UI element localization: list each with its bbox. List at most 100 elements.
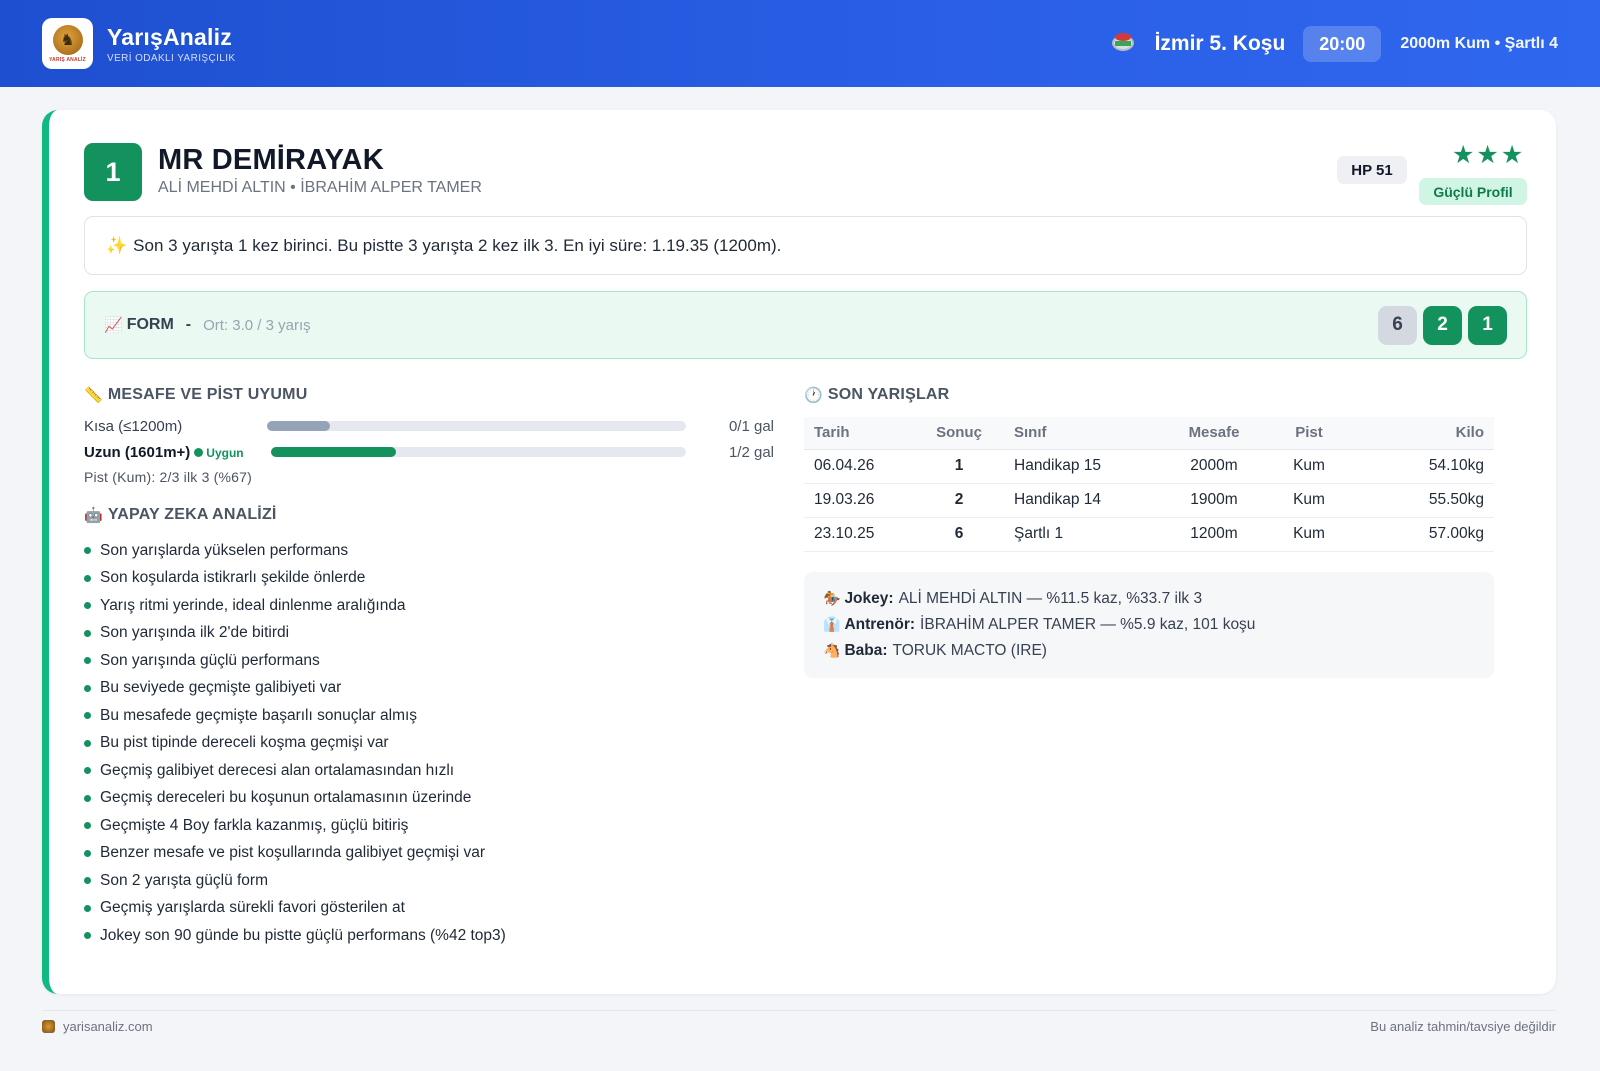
connections-box: 🏇 Jokey: ALİ MEHDİ ALTIN — %11.5 kaz, %3… (804, 572, 1494, 678)
race-class: Şartlı 1 (1004, 517, 1164, 552)
col-weight[interactable]: Kilo (1354, 417, 1494, 450)
races-section-title: 🕐 SON YARIŞLAR (804, 386, 950, 404)
horse-head-icon: 🐴 (823, 643, 841, 659)
ai-analysis-item: Jokey son 90 günde bu pistte güçlü perfo… (84, 922, 506, 950)
brand: YarışAnaliz VERİ ODAKLI YARIŞÇILIK (107, 24, 235, 64)
col-track[interactable]: Pist (1264, 417, 1354, 450)
ai-analysis-item: Son koşularda istikrarlı şekilde önlerde (84, 565, 506, 593)
ai-analysis-item: Son yarışlarda yükselen performans (84, 537, 506, 565)
trainer-info: 👔 Antrenör: İBRAHİM ALPER TAMER — %5.9 k… (823, 616, 1256, 633)
logo-text: YARIŞ ANALİZ (49, 56, 86, 63)
ai-analysis-item: Son 2 yarışta güçlü form (84, 867, 506, 895)
trainer-icon: 👔 (823, 617, 841, 633)
col-result[interactable]: Sonuç (914, 417, 1004, 450)
ai-analysis-item: Bu mesafede geçmişte başarılı sonuçlar a… (84, 702, 506, 730)
distance-bar (271, 447, 686, 457)
bullet-icon (84, 602, 91, 610)
form-box: 📈 FORM - Ort: 3.0 / 3 yarış 6 2 1 (84, 291, 1527, 359)
race-result: 2 (914, 483, 1004, 518)
distance-bar-fill (267, 421, 330, 431)
form-results: 6 2 1 (1378, 305, 1507, 345)
race-header: İzmir 5. Koşu 20:00 2000m Kum • Şartlı 4 (1111, 25, 1558, 62)
form-label: 📈 FORM (104, 316, 174, 334)
races-body: 06.04.26 1 Handikap 15 2000m Kum 54.10kg 19.03… (804, 449, 1494, 552)
ai-analysis-item: Bu seviyede geçmişte galibiyeti var (84, 675, 506, 703)
race-weight: 54.10kg (1354, 449, 1494, 484)
footer-disclaimer: Bu analiz tahmin/tavsiye değildir (1370, 1019, 1556, 1034)
bullet-icon (84, 822, 91, 830)
footer-divider (42, 1010, 1556, 1011)
robot-icon: 🤖 (84, 506, 103, 524)
form-result-pill: 1 (1468, 305, 1507, 345)
race-weight: 55.50kg (1354, 483, 1494, 518)
form-average: Ort: 3.0 / 3 yarış (203, 316, 311, 334)
race-info: 2000m Kum • Şartlı 4 (1400, 34, 1558, 52)
race-date: 23.10.25 (804, 517, 914, 552)
race-distance: 2000m (1164, 449, 1264, 484)
ai-analysis-item: Son yarışında güçlü performans (84, 647, 506, 675)
bullet-icon (84, 932, 91, 940)
distance-value: 1/2 gal (728, 443, 774, 461)
race-class: Handikap 14 (1004, 483, 1164, 518)
distance-bar (267, 421, 686, 431)
horse-card: 1 MR DEMİRAYAK ALİ MEHDİ ALTIN • İBRAHİM… (42, 110, 1556, 994)
table-row[interactable]: 23.10.25 6 Şartlı 1 1200m Kum 57.00kg (804, 517, 1494, 552)
distance-label: Uzun (1601m+) Uygun (84, 443, 244, 461)
distance-section-title: 📏 MESAFE VE PİST UYUMU (84, 386, 308, 404)
form-result-pill: 6 (1378, 305, 1417, 345)
jockey-cap-icon (1111, 32, 1137, 55)
distance-value: 0/1 gal (728, 417, 774, 435)
form-separator: - (185, 316, 192, 333)
race-track: Kum (1264, 449, 1354, 484)
jockey-icon: 🏇 (823, 591, 841, 607)
bullet-icon (84, 684, 91, 692)
summary-box: ✨ Son 3 yarışta 1 kez birinci. Bu pistte… (84, 216, 1527, 275)
bullet-icon (84, 547, 91, 555)
track-note: Pist (Kum): 2/3 ilk 3 (%67) (84, 469, 252, 485)
distance-label: Kısa (≤1200m) (84, 417, 183, 435)
distance-row-short: Kısa (≤1200m) 0/1 gal (84, 416, 774, 436)
col-distance[interactable]: Mesafe (1164, 417, 1264, 450)
race-date: 06.04.26 (804, 449, 914, 484)
bullet-icon (84, 574, 91, 582)
brand-tagline: VERİ ODAKLI YARIŞÇILIK (107, 52, 236, 64)
jockey-trainer: ALİ MEHDİ ALTIN • İBRAHİM ALPER TAMER (158, 179, 482, 196)
form-result-pill: 2 (1423, 305, 1462, 345)
app-header: ♞ YARIŞ ANALİZ YarışAnaliz VERİ ODAKLI Y… (0, 0, 1600, 87)
race-distance: 1200m (1164, 517, 1264, 552)
jockey-info: 🏇 Jokey: ALİ MEHDİ ALTIN — %11.5 kaz, %3… (823, 590, 1203, 607)
chart-up-icon: 📈 (104, 316, 123, 334)
ai-analysis-item: Geçmişte 4 Boy farkla kazanmış, güçlü bi… (84, 812, 506, 840)
race-result: 6 (914, 517, 1004, 552)
table-header-row: Tarih Sonuç Sınıf Mesafe Pist Kilo (804, 417, 1494, 450)
bullet-icon (84, 794, 91, 802)
ai-analysis-item: Geçmiş galibiyet derecesi alan ortalamas… (84, 757, 506, 785)
ai-analysis-item: Son yarışında ilk 2'de bitirdi (84, 620, 506, 648)
ruler-icon: 📏 (84, 386, 103, 404)
footer-site[interactable]: yarisanaliz.com (42, 1019, 153, 1034)
table-row[interactable]: 19.03.26 2 Handikap 14 1900m Kum 55.50kg (804, 483, 1494, 518)
race-date: 19.03.26 (804, 483, 914, 518)
horse-number: 1 (84, 143, 142, 201)
ai-analysis-list: Son yarışlarda yükselen performans Son ko… (84, 537, 506, 950)
ai-analysis-item: Geçmiş dereceleri bu koşunun ortalamasın… (84, 785, 506, 813)
table-row[interactable]: 06.04.26 1 Handikap 15 2000m Kum 54.10kg (804, 449, 1494, 484)
ai-section-title: 🤖 YAPAY ZEKA ANALİZİ (84, 506, 277, 524)
bullet-icon (84, 904, 91, 912)
ai-analysis-item: Geçmiş yarışlarda sürekli favori gösteri… (84, 895, 506, 923)
horse-name: MR DEMİRAYAK (158, 144, 384, 176)
profile-badge: Güçlü Profil (1419, 178, 1527, 205)
race-weight: 57.00kg (1354, 517, 1494, 552)
ai-analysis-item: Yarış ritmi yerinde, ideal dinlenme aral… (84, 592, 506, 620)
clock-icon: 🕐 (804, 386, 823, 404)
bullet-icon (84, 767, 91, 775)
col-date[interactable]: Tarih (804, 417, 914, 450)
race-distance: 1900m (1164, 483, 1264, 518)
col-class[interactable]: Sınıf (1004, 417, 1164, 450)
distance-bar-fill (271, 447, 396, 457)
distance-row-long: Uzun (1601m+) Uygun 1/2 gal (84, 442, 774, 462)
brand-logo[interactable]: ♞ YARIŞ ANALİZ (42, 18, 93, 69)
race-result: 1 (914, 449, 1004, 484)
hp-badge: HP 51 (1337, 156, 1407, 184)
horse-logo-icon: ♞ (52, 24, 83, 55)
